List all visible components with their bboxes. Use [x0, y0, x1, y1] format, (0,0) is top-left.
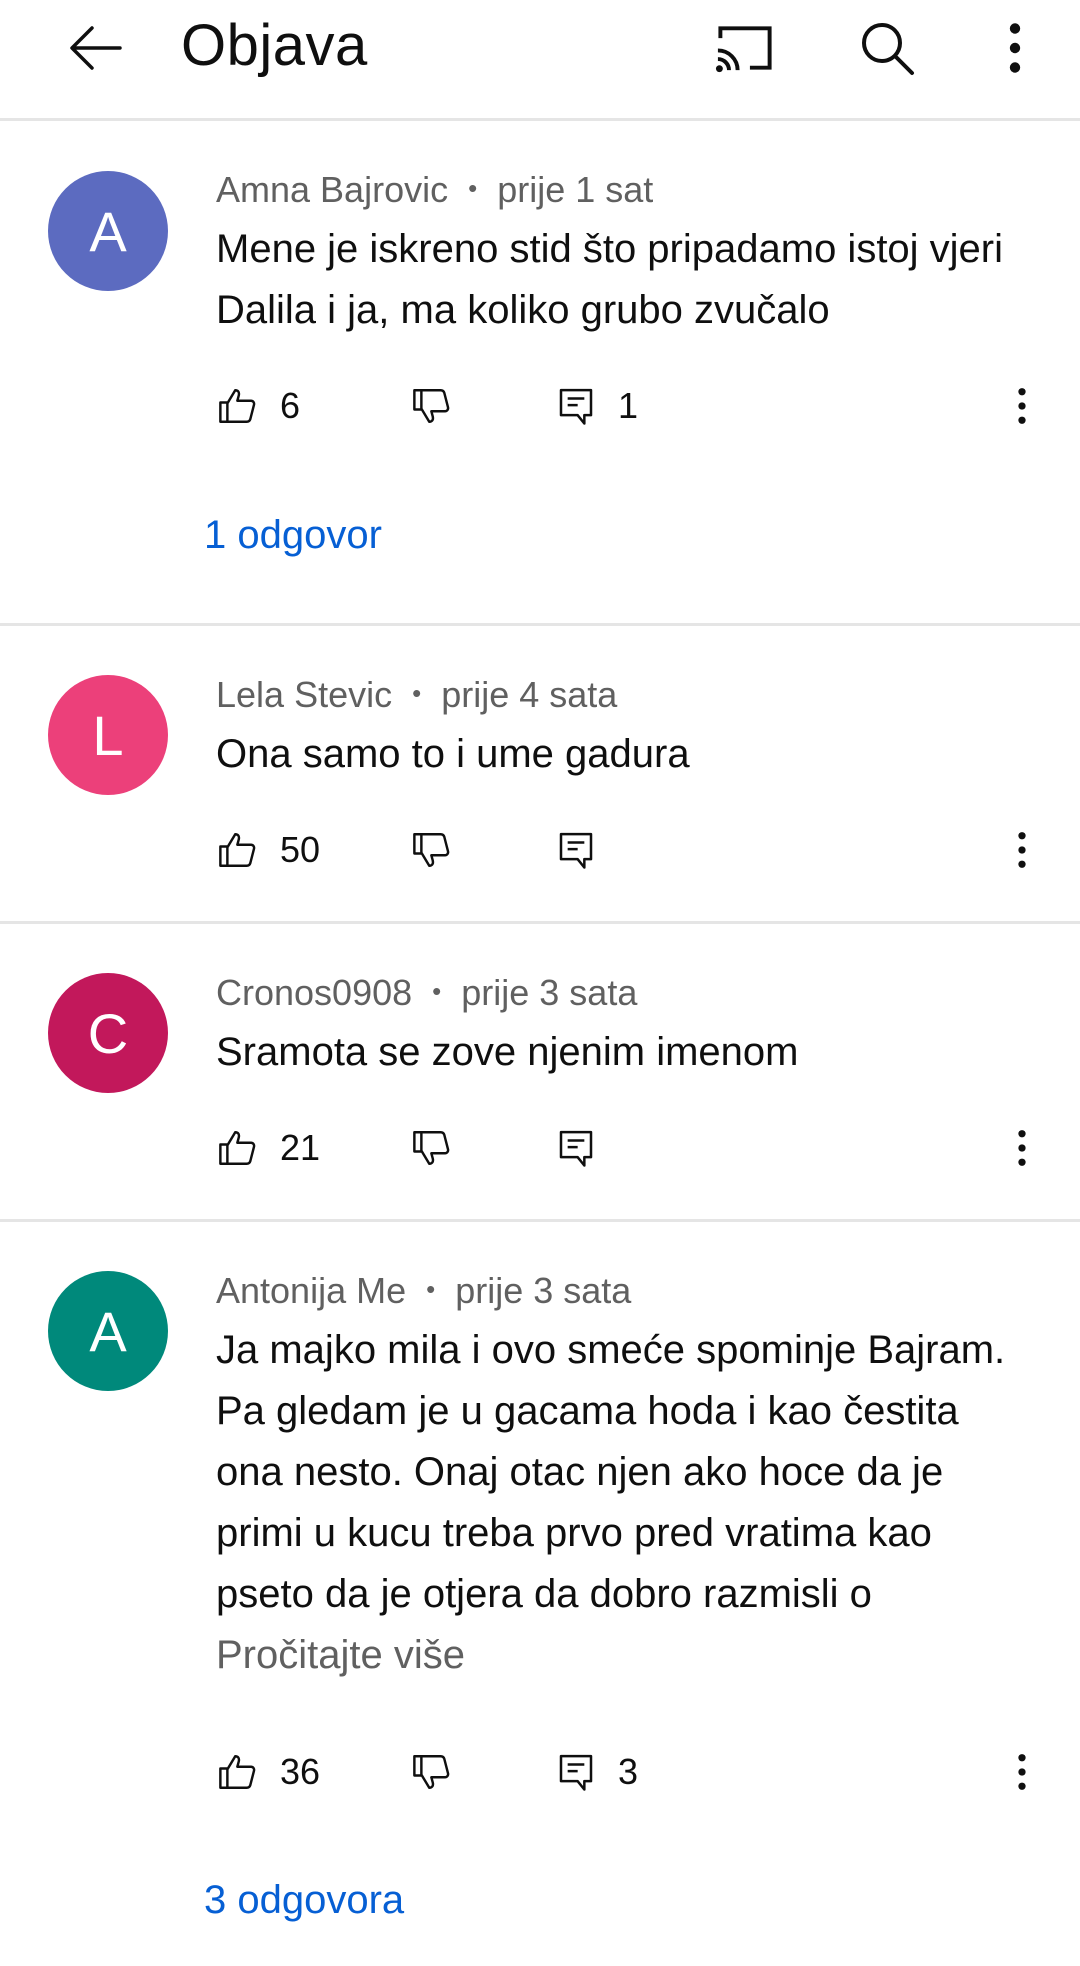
- avatar[interactable]: A: [48, 171, 168, 291]
- comment-thread: C Cronos0908 • prije 3 sata Sramota se zov…: [0, 924, 1080, 1222]
- comment-icon: [559, 1130, 593, 1167]
- meta-separator: •: [468, 172, 478, 203]
- like-button[interactable]: 36: [216, 1742, 320, 1802]
- like-count: 36: [280, 1751, 321, 1792]
- more-vert-icon: [1018, 1754, 1026, 1790]
- dislike-button[interactable]: [410, 1118, 452, 1178]
- thumbs-up-icon: [219, 389, 256, 423]
- thumbs-up-icon: [219, 1755, 256, 1789]
- avatar-letter: C: [87, 1001, 129, 1065]
- comment-more-button[interactable]: [1002, 1118, 1042, 1178]
- cast-button[interactable]: [700, 8, 790, 88]
- comment-time: prije 4 sata: [441, 674, 618, 715]
- meta-separator: •: [426, 1273, 436, 1304]
- author-name[interactable]: Amna Bajrovic: [216, 169, 448, 210]
- reply-button[interactable]: 1: [556, 376, 638, 436]
- reply-button[interactable]: 3: [556, 1742, 638, 1802]
- thumbs-up-icon: [219, 833, 256, 867]
- comment-actions: 36 3: [216, 1742, 1056, 1802]
- comment-thread: A Antonija Me • prije 3 sata Ja majko mila…: [0, 1222, 1080, 1966]
- avatar-letter: L: [92, 703, 124, 767]
- author-name[interactable]: Lela Stevic: [216, 674, 392, 715]
- like-button[interactable]: 50: [216, 820, 320, 880]
- comment-actions: 50: [216, 820, 1056, 880]
- reply-count: 1: [618, 385, 639, 426]
- avatar-letter: A: [89, 199, 127, 263]
- comment-meta: Antonija Me • prije 3 sata: [216, 1270, 631, 1312]
- thumbs-down-icon: [413, 1131, 450, 1165]
- comment-text: Mene je iskreno stid što pripadamo istoj…: [216, 227, 1004, 332]
- dislike-button[interactable]: [410, 820, 452, 880]
- comment-time: prije 1 sat: [497, 169, 654, 210]
- thumbs-down-icon: [413, 389, 450, 423]
- arrow-left-icon: [70, 26, 122, 70]
- comment-more-button[interactable]: [1002, 376, 1042, 436]
- reply-button[interactable]: [556, 1118, 596, 1178]
- reply-button[interactable]: [556, 820, 596, 880]
- view-replies-link[interactable]: 1 odgovor: [204, 513, 382, 558]
- like-count: 50: [280, 829, 321, 870]
- thumbs-down-icon: [413, 833, 450, 867]
- comment-time: prije 3 sata: [461, 972, 638, 1013]
- read-more-link[interactable]: Pročitajte više: [216, 1625, 1036, 1686]
- like-count: 6: [280, 385, 301, 426]
- author-name[interactable]: Cronos0908: [216, 972, 412, 1013]
- comment-meta: Lela Stevic • prije 4 sata: [216, 674, 617, 716]
- cast-icon: [715, 26, 772, 73]
- comment-more-button[interactable]: [1002, 1742, 1042, 1802]
- comment-text: Ja majko mila i ovo smeće spominje Bajra…: [216, 1320, 1036, 1686]
- comment-actions: 21: [216, 1118, 1056, 1178]
- comment-time: prije 3 sata: [455, 1270, 632, 1311]
- comment-body: Ja majko mila i ovo smeće spominje Bajra…: [216, 1328, 1006, 1616]
- thumbs-up-icon: [219, 1131, 256, 1165]
- author-name[interactable]: Antonija Me: [216, 1270, 406, 1311]
- avatar-letter: A: [89, 1299, 127, 1363]
- like-button[interactable]: 21: [216, 1118, 320, 1178]
- avatar[interactable]: L: [48, 675, 168, 795]
- comment-meta: Amna Bajrovic • prije 1 sat: [216, 169, 653, 211]
- more-vert-icon: [1009, 23, 1021, 73]
- dislike-button[interactable]: [410, 1742, 452, 1802]
- comment-icon: [559, 1754, 593, 1791]
- dislike-button[interactable]: [410, 376, 452, 436]
- search-button[interactable]: [842, 8, 932, 88]
- comment-icon: [559, 832, 593, 869]
- view-replies-link[interactable]: 3 odgovora: [204, 1878, 404, 1923]
- avatar[interactable]: C: [48, 973, 168, 1093]
- reply-count: 3: [618, 1751, 639, 1792]
- comment-text: Ona samo to i ume gadura: [216, 732, 690, 776]
- top-app-bar: Objava: [0, 0, 1080, 121]
- avatar[interactable]: A: [48, 1271, 168, 1391]
- comment-thread: A Amna Bajrovic • prije 1 sat Mene je iskr…: [0, 121, 1080, 626]
- meta-separator: •: [432, 975, 442, 1006]
- page-title: Objava: [181, 13, 368, 78]
- more-vert-icon: [1018, 1130, 1026, 1166]
- comment-text: Sramota se zove njenim imenom: [216, 1030, 799, 1074]
- more-vert-icon: [1018, 832, 1026, 868]
- comment-actions: 6 1: [216, 376, 1056, 436]
- like-count: 21: [280, 1127, 321, 1168]
- search-icon: [862, 23, 914, 75]
- comment-thread: L Lela Stevic • prije 4 sata Ona samo to i…: [0, 626, 1080, 924]
- meta-separator: •: [412, 677, 422, 708]
- comment-icon: [559, 388, 593, 425]
- more-options-button[interactable]: [985, 8, 1045, 88]
- like-button[interactable]: 6: [216, 376, 300, 436]
- comment-meta: Cronos0908 • prije 3 sata: [216, 972, 637, 1014]
- thumbs-down-icon: [413, 1755, 450, 1789]
- comment-more-button[interactable]: [1002, 820, 1042, 880]
- more-vert-icon: [1018, 388, 1026, 424]
- back-button[interactable]: [46, 8, 146, 88]
